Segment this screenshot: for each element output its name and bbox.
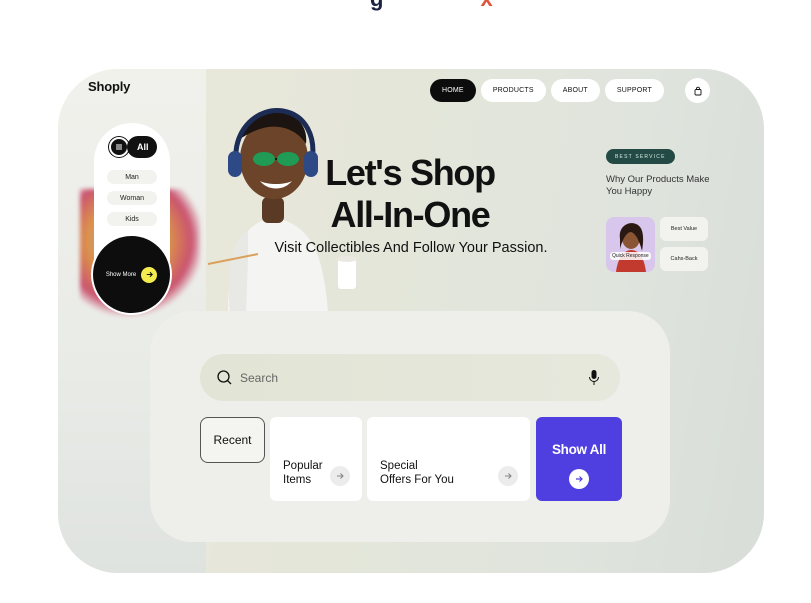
customer-photo [616, 223, 646, 272]
cashback-chip[interactable]: Cahs-Back [660, 247, 708, 271]
popular-label-line-2: Items [283, 474, 312, 486]
cart-button[interactable] [685, 78, 710, 103]
nav-about[interactable]: ABOUT [550, 79, 600, 102]
hero-headline: Let's Shop All-In-One [280, 152, 540, 236]
category-woman[interactable]: Woman [107, 191, 157, 205]
best-value-chip[interactable]: Best Value [660, 217, 708, 241]
headline-line-2: All-In-One [330, 194, 491, 235]
show-all-label: Show All [551, 442, 607, 457]
search-panel: Recent Popular Items Special Offers For … [150, 311, 670, 542]
popular-items-label: Popular Items [283, 459, 323, 487]
best-service-badge: BEST SERVICE [606, 149, 675, 164]
quick-response-label: Quick Response [610, 252, 651, 260]
popular-items-card[interactable]: Popular Items [270, 417, 362, 501]
arrow-right-icon [569, 469, 589, 489]
show-more-button[interactable]: Show More [93, 236, 170, 313]
hero-subline: Visit Collectibles And Follow Your Passi… [274, 240, 548, 256]
recent-button[interactable]: Recent [200, 417, 265, 463]
nav-products[interactable]: PRODUCTS [480, 79, 546, 102]
shopping-bag-icon [694, 86, 701, 95]
all-filter-group: All [109, 136, 157, 158]
nav-support[interactable]: SUPPORT [604, 79, 664, 102]
top-navigation: HOME PRODUCTS ABOUT SUPPORT [430, 79, 664, 102]
arrow-right-icon [330, 466, 350, 486]
search-input[interactable] [240, 370, 570, 385]
search-bar [200, 354, 620, 401]
arrow-right-icon [141, 266, 158, 283]
microphone-icon[interactable] [588, 369, 600, 386]
nav-home[interactable]: HOME [430, 79, 476, 102]
arrow-right-icon [498, 466, 518, 486]
quick-response-card[interactable]: Quick Response [606, 217, 655, 272]
service-heading: Why Our Products Make You Happy [606, 174, 710, 197]
all-filter-button[interactable]: All [127, 136, 157, 158]
cropped-header-fragment: gx [370, 0, 494, 12]
category-kids[interactable]: Kids [107, 212, 157, 226]
app-frame: Shoply All Man Woman Kids Show More HOME… [58, 69, 764, 573]
special-offers-card[interactable]: Special Offers For You [367, 417, 530, 501]
special-label-line-2: Offers For You [380, 474, 454, 486]
headline-line-1: Let's Shop [325, 152, 496, 193]
search-icon [217, 370, 232, 385]
category-man[interactable]: Man [107, 170, 157, 184]
show-all-button[interactable]: Show All [536, 417, 622, 501]
popular-label-line-1: Popular [283, 460, 323, 472]
special-label-line-1: Special [380, 460, 418, 472]
special-offers-label: Special Offers For You [380, 459, 454, 487]
logo[interactable]: Shoply [88, 79, 130, 94]
menu-icon[interactable] [109, 137, 129, 157]
show-more-label: Show More [105, 271, 137, 278]
